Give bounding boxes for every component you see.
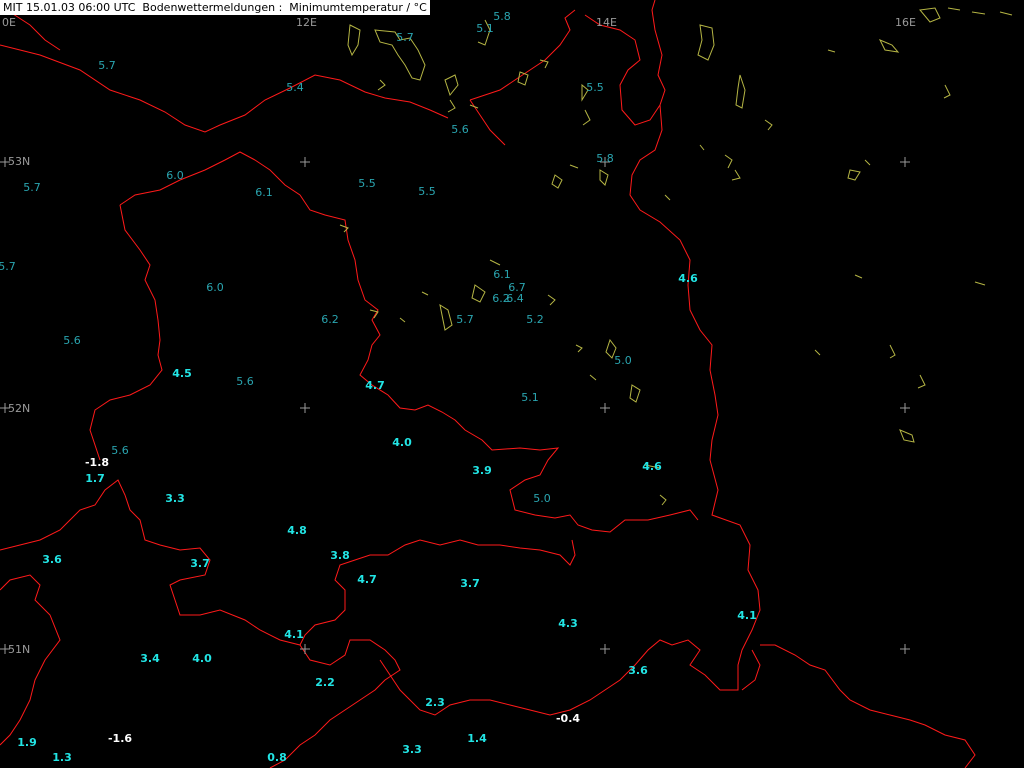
station-value: -1.6 <box>108 732 132 745</box>
station-value: 4.5 <box>172 367 192 380</box>
station-value: 3.6 <box>42 553 62 566</box>
station-value: 5.4 <box>286 81 304 94</box>
map-title: MIT 15.01.03 06:00 UTC Bodenwettermeldun… <box>0 0 430 15</box>
station-value: 5.7 <box>0 260 16 273</box>
lon-label-14e: 14E <box>596 16 617 29</box>
station-value: 1.4 <box>467 732 487 745</box>
station-value: 6.4 <box>506 292 524 305</box>
station-value: 4.6 <box>642 460 662 473</box>
lat-label-53n: 53N <box>8 155 30 168</box>
station-value: 2.2 <box>315 676 335 689</box>
station-value: 3.3 <box>402 743 422 756</box>
station-value: 5.7 <box>23 181 41 194</box>
station-value: 5.7 <box>456 313 474 326</box>
station-value: 5.7 <box>98 59 116 72</box>
station-value: 4.1 <box>737 609 757 622</box>
lon-label-0e: 0E <box>2 16 16 29</box>
station-value: 6.2 <box>321 313 339 326</box>
station-value: -1.8 <box>85 456 109 469</box>
lat-label-52n: 52N <box>8 402 30 415</box>
station-value: 6.1 <box>255 186 273 199</box>
station-value: 5.5 <box>358 177 376 190</box>
station-value: 3.3 <box>165 492 185 505</box>
station-value: 1.7 <box>85 472 105 485</box>
station-value: 4.3 <box>558 617 578 630</box>
station-value: 3.4 <box>140 652 160 665</box>
station-value: 4.0 <box>192 652 212 665</box>
lat-label-51n: 51N <box>8 643 30 656</box>
station-value: 4.1 <box>284 628 304 641</box>
station-value: 5.7 <box>396 31 414 44</box>
station-value: 4.7 <box>365 379 385 392</box>
station-value: 5.8 <box>493 10 511 23</box>
station-value: 6.1 <box>493 268 511 281</box>
station-value: 3.7 <box>460 577 480 590</box>
station-value: 4.6 <box>678 272 698 285</box>
station-value: 5.8 <box>596 152 614 165</box>
station-value: 0.8 <box>267 751 287 764</box>
station-value: 5.1 <box>476 22 494 35</box>
station-value: 6.0 <box>166 169 184 182</box>
station-value: 3.7 <box>190 557 210 570</box>
station-value: 4.0 <box>392 436 412 449</box>
station-value: 4.8 <box>287 524 307 537</box>
station-value: 5.5 <box>586 81 604 94</box>
station-value: 5.6 <box>63 334 81 347</box>
station-value: 1.3 <box>52 751 72 764</box>
station-value: 1.9 <box>17 736 37 749</box>
station-value: 5.6 <box>236 375 254 388</box>
station-value: 5.6 <box>111 444 129 457</box>
station-value: 5.1 <box>521 391 539 404</box>
station-value: 5.6 <box>451 123 469 136</box>
station-value: 3.8 <box>330 549 350 562</box>
weather-map: 0E 12E 14E 16E 53N 52N 51N 5.85.15.75.75… <box>0 0 1024 768</box>
station-value: 6.0 <box>206 281 224 294</box>
lon-label-12e: 12E <box>296 16 317 29</box>
station-value: 2.3 <box>425 696 445 709</box>
station-value: 5.0 <box>614 354 632 367</box>
station-value: 4.7 <box>357 573 377 586</box>
station-value: 5.5 <box>418 185 436 198</box>
station-value: 3.9 <box>472 464 492 477</box>
station-value: 3.6 <box>628 664 648 677</box>
station-value: -0.4 <box>556 712 580 725</box>
lon-label-16e: 16E <box>895 16 916 29</box>
station-value: 5.0 <box>533 492 551 505</box>
station-value: 5.2 <box>526 313 544 326</box>
